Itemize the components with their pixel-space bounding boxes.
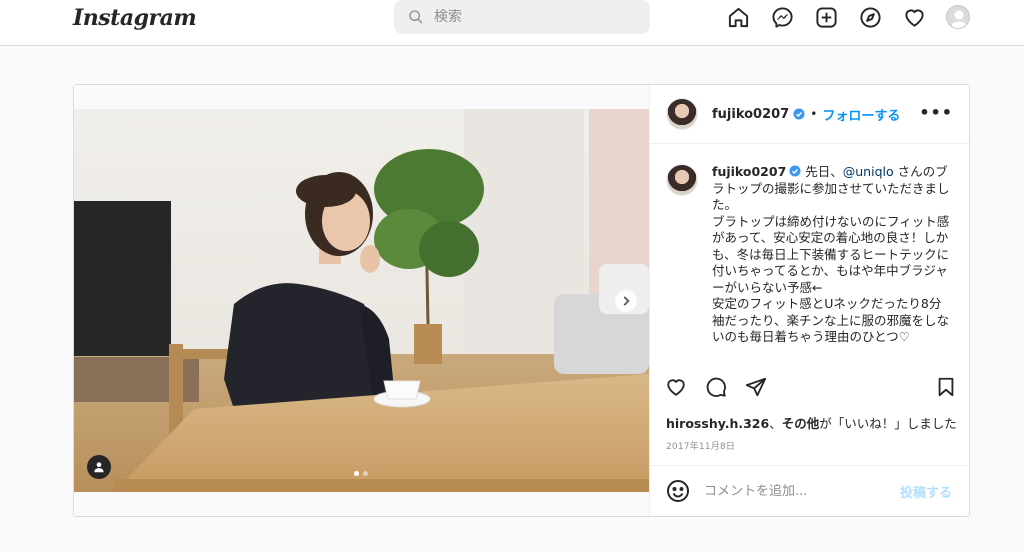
post-photo[interactable] (74, 109, 649, 492)
profile-avatar (946, 5, 970, 29)
explore-button[interactable] (858, 5, 882, 29)
likes-suffix: が「いいね！」しました (819, 416, 957, 431)
caption-mention-link[interactable]: @uniqlo (843, 164, 894, 179)
compass-icon (859, 6, 881, 28)
save-button[interactable] (934, 375, 958, 399)
carousel-dot (363, 471, 368, 476)
plus-square-icon (815, 6, 837, 28)
caption-text: fujiko0207 先日、@uniqlo さんのブラトップの撮影に参加させてい… (712, 164, 952, 363)
messenger-icon (771, 6, 793, 28)
author-avatar[interactable] (666, 98, 698, 130)
search-box[interactable] (394, 0, 650, 34)
tagged-users-button[interactable] (87, 455, 111, 479)
heart-icon (667, 379, 685, 396)
home-button[interactable] (726, 5, 750, 29)
follow-button[interactable]: フォローする (822, 105, 900, 124)
comment-icon (706, 377, 726, 397)
comment-input[interactable] (704, 483, 894, 499)
paper-plane-icon (745, 377, 767, 397)
post-sidebar: fujiko0207 • フォローする ••• fujiko0207 先日、@u… (649, 85, 969, 516)
caption-text-after: さんのブラトップの撮影に参加させていただきました。 ブラトップは締め付けないのに… (712, 164, 950, 344)
carousel-dot-active (354, 471, 359, 476)
likes-separator: 、 (769, 416, 782, 431)
new-post-button[interactable] (814, 5, 838, 29)
post-date[interactable]: 2017年11月8日 (666, 439, 735, 452)
verified-badge-icon (793, 108, 805, 120)
activity-button[interactable] (902, 5, 926, 29)
search-input[interactable] (434, 9, 634, 25)
caption-text-before: 先日、 (801, 164, 843, 179)
messenger-button[interactable] (770, 5, 794, 29)
next-slide-button[interactable] (615, 290, 637, 312)
caption-username[interactable]: fujiko0207 (712, 164, 786, 179)
nav-icons (726, 5, 970, 29)
likes-summary: hirosshy.h.326、その他が「いいね！」しました (666, 413, 957, 432)
more-options-button[interactable]: ••• (919, 103, 953, 122)
top-navigation-bar: Instagram (0, 0, 1024, 46)
post-card: fujiko0207 • フォローする ••• fujiko0207 先日、@u… (73, 84, 970, 517)
user-icon (94, 462, 104, 473)
like-button[interactable] (664, 375, 688, 399)
liker-username[interactable]: hirosshy.h.326 (666, 416, 769, 431)
post-header: fujiko0207 • フォローする ••• (650, 85, 969, 144)
photo-illustration (74, 109, 649, 492)
post-actions (664, 372, 958, 402)
chevron-right-icon (623, 296, 630, 306)
post-media (74, 85, 649, 516)
carousel-indicator (354, 471, 368, 476)
home-icon (728, 7, 748, 27)
comment-button[interactable] (704, 375, 728, 399)
emoji-icon[interactable] (666, 479, 690, 503)
profile-button[interactable] (946, 5, 970, 29)
verified-badge-icon (789, 165, 801, 177)
author-username[interactable]: fujiko0207 (712, 107, 789, 122)
bookmark-icon (938, 377, 954, 397)
separator-dot: • (810, 107, 818, 121)
caption-author-avatar[interactable] (666, 164, 698, 196)
post-caption: fujiko0207 先日、@uniqlo さんのブラトップの撮影に参加させてい… (650, 144, 968, 363)
likes-others-link[interactable]: その他 (782, 416, 820, 431)
search-icon (409, 10, 423, 24)
default-avatar-icon (951, 10, 967, 28)
post-comment-button[interactable]: 投稿する (900, 482, 952, 501)
instagram-logo[interactable]: Instagram (73, 5, 197, 31)
comment-bar: 投稿する (650, 465, 968, 516)
heart-icon (904, 9, 924, 27)
share-button[interactable] (744, 375, 768, 399)
